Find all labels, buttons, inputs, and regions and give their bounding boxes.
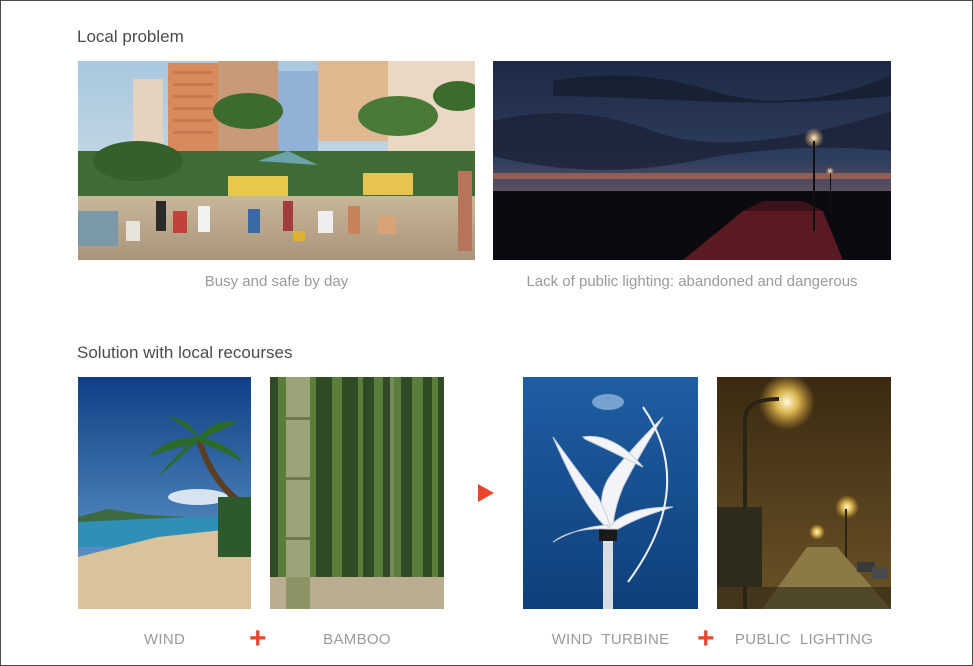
arrow-right-icon <box>478 484 494 502</box>
plus-icon: + <box>697 622 715 655</box>
label-wind: WIND <box>143 631 186 648</box>
photo-busy-beach-day <box>78 61 475 260</box>
label-bamboo: BAMBOO <box>323 631 391 648</box>
photo-bamboo-forest <box>270 377 444 609</box>
plus-icon: + <box>249 622 267 655</box>
section-title-solution: Solution with local recourses <box>77 343 293 362</box>
photo-public-lighting-street <box>717 377 891 609</box>
section-title-local-problem: Local problem <box>77 27 184 46</box>
label-wind-turbine: WIND TURBINE <box>551 631 670 648</box>
caption-busy-and-safe-by-day: Busy and safe by day <box>204 273 349 290</box>
caption-lack-of-public-lighting: Lack of public lighting: abandoned and d… <box>526 273 858 290</box>
photo-wind-palm-beach <box>78 377 251 609</box>
photo-wind-turbine <box>523 377 698 609</box>
label-public-lighting: PUBLIC LIGHTING <box>734 631 874 648</box>
photo-dark-promenade-night <box>493 61 891 260</box>
